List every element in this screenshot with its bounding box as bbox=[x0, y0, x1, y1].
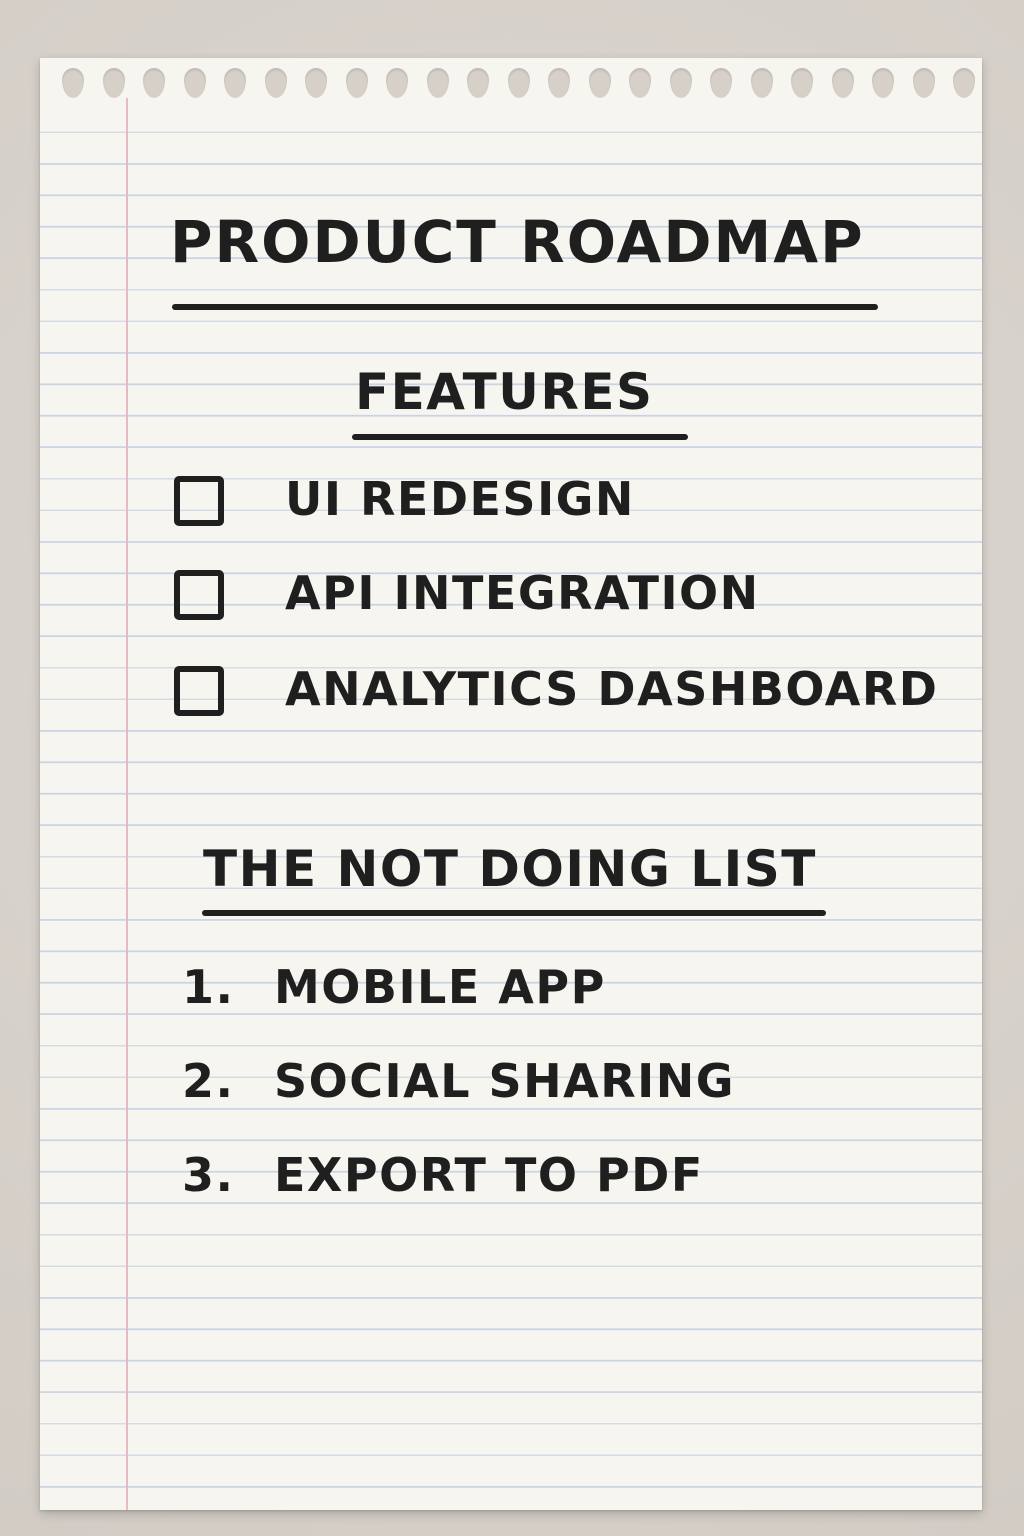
binding-hole bbox=[507, 68, 530, 98]
margin-line bbox=[126, 98, 128, 1510]
feature-checkbox-analytics-dashboard[interactable] bbox=[174, 666, 224, 716]
feature-item-label: UI REDESIGN bbox=[285, 472, 635, 526]
binding-hole bbox=[831, 68, 854, 98]
binding-hole bbox=[750, 68, 773, 98]
not-doing-heading: THE NOT DOING LIST bbox=[203, 840, 817, 898]
list-number: 1. bbox=[182, 960, 235, 1014]
not-doing-item-label: EXPORT TO PDF bbox=[274, 1148, 704, 1202]
not-doing-heading-underline bbox=[202, 910, 826, 916]
title-underline bbox=[172, 304, 878, 310]
feature-item-label: API INTEGRATION bbox=[285, 566, 760, 620]
list-number: 2. bbox=[182, 1054, 235, 1108]
not-doing-item-label: SOCIAL SHARING bbox=[274, 1054, 736, 1108]
notebook-page: PRODUCT ROADMAP FEATURES UI REDESIGN API… bbox=[40, 58, 982, 1510]
page-title: PRODUCT ROADMAP bbox=[170, 208, 865, 276]
list-number: 3. bbox=[182, 1148, 235, 1202]
binding-hole bbox=[183, 68, 206, 98]
binding-hole bbox=[345, 68, 368, 98]
feature-item-label: ANALYTICS DASHBOARD bbox=[285, 662, 939, 716]
binding-hole bbox=[426, 68, 449, 98]
feature-checkbox-api-integration[interactable] bbox=[174, 570, 224, 620]
binding-hole bbox=[669, 68, 692, 98]
features-heading: FEATURES bbox=[355, 363, 654, 421]
binding-hole bbox=[588, 68, 611, 98]
not-doing-item-label: MOBILE APP bbox=[274, 960, 606, 1014]
binding-hole bbox=[102, 68, 125, 98]
binding-hole bbox=[912, 68, 935, 98]
features-heading-underline bbox=[352, 434, 688, 440]
feature-checkbox-ui-redesign[interactable] bbox=[174, 476, 224, 526]
binding-hole bbox=[264, 68, 287, 98]
